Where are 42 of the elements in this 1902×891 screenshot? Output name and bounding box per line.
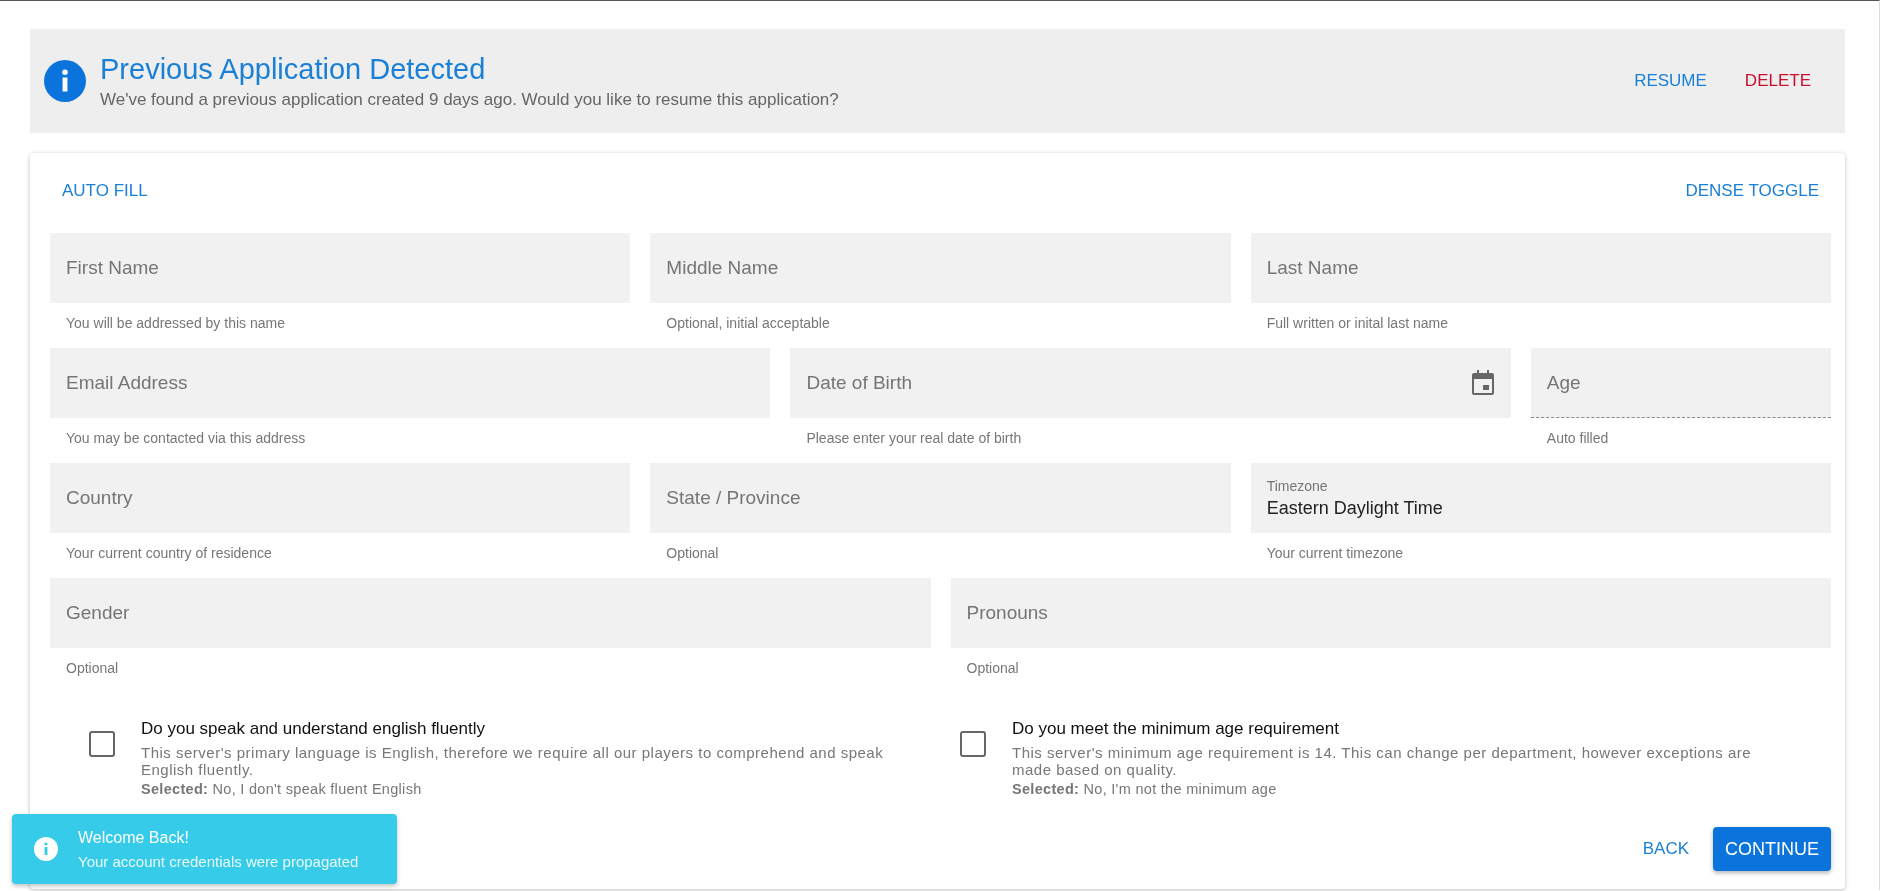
helper-text: Full written or inital last name <box>1265 314 1449 333</box>
input-field[interactable]: State / Province <box>650 463 1231 533</box>
auto-fill-button[interactable]: AUTO FILL <box>50 173 160 209</box>
toast-message: Your account credentials were propagated <box>78 852 359 870</box>
helper-text: You will be addressed by this name <box>65 314 286 333</box>
continue-button[interactable]: CONTINUE <box>1713 827 1831 871</box>
helper-text: Your current timezone <box>1265 544 1405 563</box>
input-field[interactable]: Last Name <box>1250 233 1831 303</box>
helper-text: Optional <box>665 544 720 563</box>
checkbox-question: Do you speak and understand english fluently <box>141 719 486 739</box>
input-field[interactable]: Pronouns <box>950 578 1831 648</box>
input-field[interactable]: Middle Name <box>650 233 1231 303</box>
checkbox-description: This server's minimum age requirement is 14. This can change per department, however exceptions are made based on quality. <box>1012 745 1753 778</box>
calendar-icon[interactable] <box>1470 370 1495 396</box>
info-icon <box>44 60 86 102</box>
banner-title: Previous Application Detected <box>100 52 487 86</box>
checkbox[interactable] <box>960 731 986 757</box>
helper-text: Optional <box>965 659 1020 678</box>
info-icon <box>34 837 58 861</box>
input-field[interactable]: Email Address <box>50 348 771 418</box>
helper-text: Please enter your real date of birth <box>805 429 1023 448</box>
helper-text: Auto filled <box>1545 429 1610 448</box>
input-field[interactable]: Country <box>50 463 631 533</box>
toast-title: Welcome Back! <box>78 828 190 847</box>
helper-text: Optional <box>65 659 120 678</box>
delete-button[interactable]: DELETE <box>1732 63 1823 99</box>
dense-toggle-button[interactable]: DENSE TOGGLE <box>1673 173 1831 209</box>
input-field[interactable]: First Name <box>50 233 631 303</box>
input-field[interactable]: Timezone Eastern Daylight Time <box>1250 463 1831 533</box>
helper-text: Optional, initial acceptable <box>665 314 831 333</box>
input-field[interactable]: Gender <box>50 578 931 648</box>
input-field[interactable]: Date of Birth <box>790 348 1511 418</box>
checkbox-description: This server's primary language is English, therefore we require all our players to comprehend and speak English fluently. <box>141 745 885 778</box>
selection-text: Selected: No, I'm not the minimum age <box>1012 781 1278 797</box>
resume-button[interactable]: RESUME <box>1622 63 1719 99</box>
checkbox-question: Do you meet the minimum age requirement <box>1012 719 1340 739</box>
checkbox[interactable] <box>89 731 115 757</box>
helper-text: You may be contacted via this address <box>65 429 307 448</box>
helper-text: Your current country of residence <box>65 544 273 563</box>
back-button[interactable]: BACK <box>1630 827 1701 871</box>
banner-message: We've found a previous application created 9 days ago. Would you like to resume this application? <box>100 89 840 110</box>
selection-text: Selected: No, I don't speak fluent English <box>141 781 423 797</box>
